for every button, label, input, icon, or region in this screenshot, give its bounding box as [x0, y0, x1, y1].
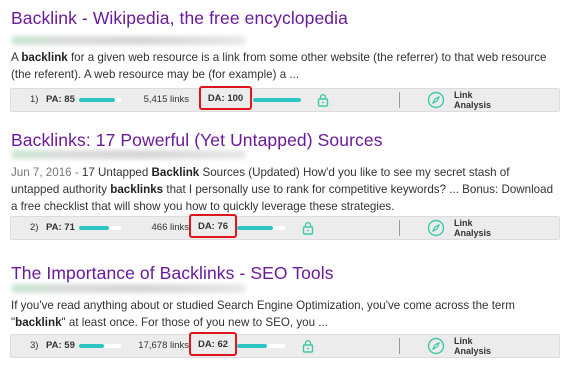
- snippet-keyword: backlink: [15, 316, 62, 329]
- result-rank: 2): [30, 222, 39, 233]
- lock-icon: [301, 339, 315, 353]
- link-analysis-label-line2: Analysis: [454, 345, 492, 356]
- compass-icon[interactable]: [427, 337, 445, 355]
- domain-authority-bar-fill: [237, 344, 267, 348]
- domain-authority-bar-fill: [253, 98, 301, 102]
- page-authority-label: PA: 85: [46, 94, 75, 105]
- result-title-link[interactable]: The Importance of Backlinks - SEO Tools: [11, 263, 334, 284]
- result-title-link[interactable]: Backlink - Wikipedia, the free encyclope…: [11, 8, 348, 29]
- result-snippet: Jun 7, 2016 - 17 Untapped Backlink Sourc…: [11, 164, 556, 215]
- domain-authority-highlight: DA: 100: [199, 86, 252, 110]
- result-url-blurred[interactable]: [11, 36, 246, 45]
- link-analysis-button[interactable]: Link Analysis: [454, 335, 491, 359]
- mozbar-toolbar: 1) PA: 85 5,415 links DA: 100 Link Analysis: [10, 86, 560, 113]
- domain-authority-highlight: DA: 76: [189, 214, 237, 238]
- lock-icon: [301, 221, 315, 235]
- compass-icon[interactable]: [427, 219, 445, 237]
- result-snippet: If you've read anything about or studied…: [11, 297, 556, 331]
- domain-authority-label: DA: 76: [197, 221, 229, 232]
- domain-authority-bar: [237, 344, 285, 348]
- snippet-keyword: backlink: [21, 51, 68, 64]
- page-authority-bar-fill: [79, 226, 109, 230]
- result-rank: 3): [30, 340, 39, 351]
- domain-authority-bar-fill: [237, 226, 274, 230]
- domain-authority-highlight: DA: 62: [189, 332, 237, 356]
- page-authority-label: PA: 59: [46, 340, 75, 351]
- result-url-blurred[interactable]: [11, 150, 246, 159]
- link-analysis-label-line2: Analysis: [454, 99, 492, 110]
- result-snippet: A backlink for a given web resource is a…: [11, 49, 556, 83]
- page-authority-bar: [79, 344, 121, 348]
- toolbar-divider: [399, 92, 400, 108]
- snippet-text: A: [11, 51, 22, 64]
- inbound-links-count[interactable]: 17,678 links: [129, 335, 189, 357]
- result-date: Jun 7, 2016 -: [11, 166, 82, 179]
- page-authority-bar: [79, 226, 121, 230]
- toolbar-divider: [399, 338, 400, 354]
- link-analysis-label-line2: Analysis: [454, 227, 492, 238]
- toolbar-divider: [399, 220, 400, 236]
- inbound-links-count[interactable]: 466 links: [129, 217, 190, 239]
- snippet-keyword: backlinks: [110, 183, 164, 196]
- mozbar-toolbar: 3) PA: 59 17,678 links DA: 62 Link Analysis: [10, 332, 560, 359]
- page-authority-bar: [79, 98, 121, 102]
- inbound-links-count[interactable]: 5,415 links: [129, 89, 189, 111]
- domain-authority-label: DA: 100: [207, 93, 244, 104]
- snippet-text: for a given web resource is a link from …: [11, 51, 547, 81]
- result-url-blurred[interactable]: [11, 284, 246, 293]
- snippet-keyword: Backlink: [151, 166, 200, 179]
- snippet-text: 17 Untapped: [81, 166, 152, 179]
- page-authority-bar-fill: [79, 344, 104, 348]
- link-analysis-button[interactable]: Link Analysis: [454, 89, 491, 113]
- compass-icon[interactable]: [427, 91, 445, 109]
- snippet-text: " at least once. For those of you new to…: [61, 316, 328, 329]
- result-title-link[interactable]: Backlinks: 17 Powerful (Yet Untapped) So…: [11, 130, 383, 151]
- page-authority-label: PA: 71: [46, 222, 75, 233]
- domain-authority-label: DA: 62: [197, 339, 229, 350]
- result-rank: 1): [30, 94, 39, 105]
- link-analysis-button[interactable]: Link Analysis: [454, 217, 491, 241]
- lock-icon: [316, 93, 330, 107]
- domain-authority-bar: [237, 226, 285, 230]
- mozbar-toolbar: 2) PA: 71 466 links DA: 76 Link Analysis: [10, 214, 560, 241]
- domain-authority-bar: [253, 98, 301, 102]
- page-authority-bar-fill: [79, 98, 115, 102]
